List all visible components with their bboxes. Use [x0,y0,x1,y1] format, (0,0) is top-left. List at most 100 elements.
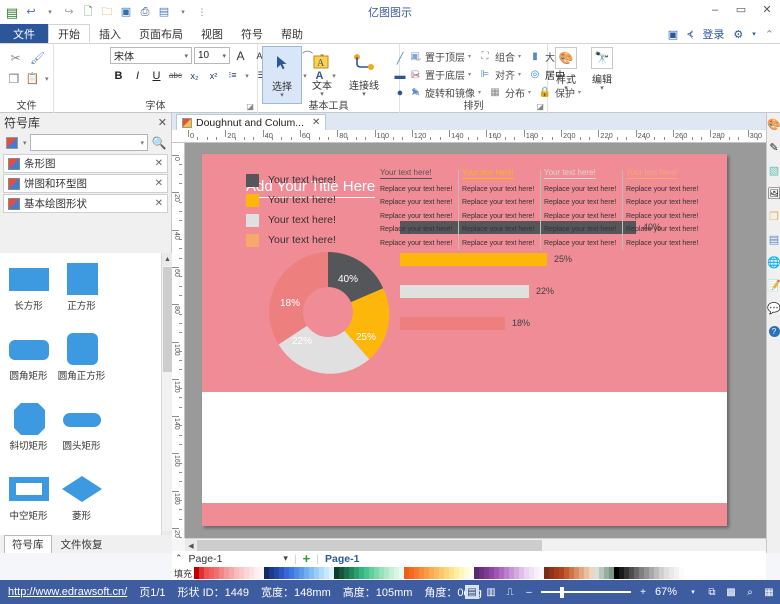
zoom-dropdown-caret-icon[interactable]: ▾ [686,585,700,599]
grow-font-icon[interactable]: A [232,47,249,64]
list-panel-icon[interactable]: ▤ [767,228,780,251]
shape-rect[interactable]: 长方形 [2,257,55,327]
fill-panel-icon[interactable]: ▧ [767,159,780,182]
screenshot-icon[interactable]: ▣ [668,28,678,41]
settings-caret-icon[interactable]: ▾ [752,30,756,38]
login-button[interactable]: 登录 [702,26,724,42]
help-panel-icon[interactable]: ? [767,320,780,343]
group-button[interactable]: ⛶ 组合 ▾ [476,49,526,64]
column-heading[interactable]: Your text here! [380,168,432,179]
italic-button[interactable]: I [129,67,146,84]
library-chooser-icon[interactable] [4,135,20,151]
line-spacing-icon[interactable]: ⁝≡ [224,67,241,84]
layer-panel-icon[interactable]: ❐ [767,205,780,228]
align-caret[interactable]: ▾ [518,71,521,78]
menu-item-symbols[interactable]: 符号 [232,24,272,43]
normal-view-button[interactable]: ▤ [465,585,479,599]
doughnut-chart[interactable]: 40% 25% 22% 18% [262,246,394,378]
menu-item-file[interactable]: 文件 [0,24,48,43]
search-icon[interactable]: 🔍 [151,135,167,151]
rotate-flip-caret[interactable]: ▾ [478,89,481,96]
bar-row[interactable]: 22% [400,280,690,312]
web-panel-icon[interactable]: 🌐 [767,251,780,274]
subscript-button[interactable]: x₂ [186,67,203,84]
color-palette-strip[interactable] [194,567,685,579]
shape-octagon[interactable]: 斜切矩形 [2,397,55,467]
cut-icon[interactable]: ✂ [6,48,25,67]
settings-gear-icon[interactable]: ⚙ [733,28,743,41]
shape-pane-scrollbar[interactable]: ▲ ▼ [161,253,172,544]
distribute-caret[interactable]: ▾ [528,89,531,96]
library-chooser-caret-icon[interactable]: ▾ [23,139,27,147]
paste-dropdown-icon[interactable]: ▾ [43,69,50,88]
bold-button[interactable]: B [110,67,127,84]
font-family-select[interactable]: 宋体 ▾ [110,47,192,64]
presentation-view-button[interactable]: ⎍ [503,585,517,599]
edit-button-caret[interactable]: ▾ [600,85,604,92]
paste-icon[interactable]: 📋 [25,69,41,88]
bar-row[interactable]: 18% [400,312,690,344]
shape-hollow-rect[interactable]: 中空矩形 [2,467,55,537]
strikethrough-button[interactable]: abc [167,67,184,84]
document-tab-close-icon[interactable]: ✕ [312,117,320,128]
column-heading[interactable]: Your text here! [626,168,678,179]
page-view-button[interactable]: ▥ [484,585,498,599]
library-close-icon[interactable]: ✕ [155,198,163,209]
bring-to-front-caret[interactable]: ▾ [468,53,471,60]
send-to-back-button[interactable]: ▢ 置于底层 ▾ [406,67,476,82]
hscroll-thumb[interactable] [197,540,542,551]
page-selector[interactable]: Page-1 [189,553,223,565]
symbol-search-input[interactable]: ▾ [29,134,148,151]
note-panel-icon[interactable]: 📝 [767,274,780,297]
tab-file-recovery[interactable]: 文件恢复 [54,536,110,553]
infographic-slide[interactable]: Add Your Title Here 40% 25% 22% 18% 40% … [202,154,727,526]
text-column[interactable]: Your text here! Replace your text here! … [544,166,626,250]
column-heading[interactable]: Your text here! [462,168,514,179]
document-tab[interactable]: Doughnut and Colum... ✕ [176,114,327,130]
bar-4[interactable] [400,317,505,330]
legend-item[interactable]: Your text here! [246,170,336,190]
text-tool-button[interactable]: A 文本 ▾ [302,46,342,104]
menu-item-home[interactable]: 开始 [48,24,90,43]
text-column[interactable]: Your text here! Replace your text here! … [462,166,544,250]
shape-square[interactable]: 正方形 [55,257,108,327]
page-selector-caret-icon[interactable]: ▾ [283,553,288,564]
format-painter-icon[interactable]: 🖌 [28,48,47,67]
underline-button[interactable]: U [148,67,165,84]
fit-width-button[interactable]: ▩ [724,585,738,599]
column-heading[interactable]: Your text here! [544,168,596,179]
library-item-pie-doughnut[interactable]: 饼图和环型图 ✕ [3,174,168,193]
scroll-up-icon[interactable]: ▲ [162,253,172,266]
bar-3[interactable] [400,285,529,298]
menu-item-insert[interactable]: 插入 [90,24,130,43]
shape-round-rect[interactable]: 圆角矩形 [2,327,55,397]
superscript-button[interactable]: x² [205,67,222,84]
palette-swatch[interactable] [679,567,685,579]
text-column[interactable]: Your text here! Replace your text here! … [626,166,708,247]
font-size-select[interactable]: 10 ▾ [194,47,230,64]
edraw-website-link[interactable]: http://www.edrawsoft.cn/ [8,586,127,598]
legend-item[interactable]: Your text here! [246,190,336,210]
legend-item[interactable]: Your text here! [246,210,336,230]
shape-pill[interactable]: 圆头矩形 [55,397,108,467]
zoom-in-button[interactable]: + [636,585,650,599]
maximize-button[interactable]: ▭ [734,3,748,17]
library-close-icon[interactable]: ✕ [155,158,163,169]
zoom-out-button[interactable]: – [522,585,536,599]
shape-round-square[interactable]: 圆角正方形 [55,327,108,397]
copy-icon[interactable]: ❐ [6,69,22,88]
menu-item-view[interactable]: 视图 [192,24,232,43]
library-item-basic-shapes[interactable]: 基本绘图形状 ✕ [3,194,168,213]
horizontal-ruler[interactable]: 0 20 40 60 80 100 120 140 160 180 200 220 240 260 280 3… [172,130,766,143]
zoom-slider[interactable] [541,585,631,599]
page-tab-page-1[interactable]: Page-1 [325,553,359,565]
page-canvas[interactable]: Add Your Title Here 40% 25% 22% 18% 40% … [202,154,727,526]
comment-panel-icon[interactable]: 💬 [767,297,780,320]
style-button-caret[interactable]: ▾ [564,85,568,92]
collapse-ribbon-icon[interactable]: ⌃ [765,28,774,41]
add-page-button[interactable]: + [303,551,311,566]
zoom-knob[interactable] [560,587,564,598]
legend-item[interactable]: Your text here! [246,230,336,250]
minimize-button[interactable]: – [708,3,722,17]
grid-toggle-button[interactable]: ▦ [762,585,776,599]
